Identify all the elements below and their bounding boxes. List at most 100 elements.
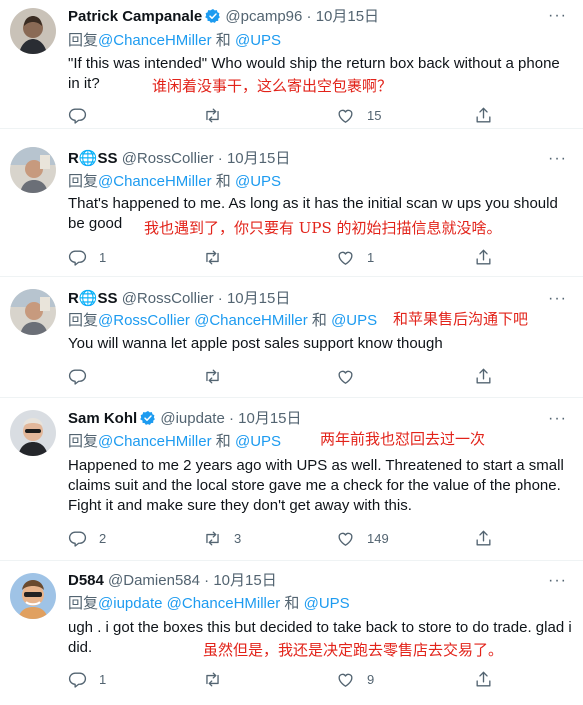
more-icon[interactable]: ··· [548,411,567,427]
author-handle[interactable]: @RossCollier [122,150,214,167]
like-icon [336,248,355,267]
like-icon [336,529,355,548]
reply-icon [68,248,87,267]
mention-link[interactable]: @RossCollier [98,312,190,329]
reply-icon [68,106,87,125]
tweet-date[interactable]: 10月15日 [213,572,276,589]
like-icon [336,670,355,689]
author-handle[interactable]: @pcamp96 [225,8,302,25]
like-button[interactable]: 15 [336,105,381,125]
more-icon[interactable]: ··· [548,151,567,167]
retweet-icon [203,248,222,267]
reply-button[interactable] [68,366,99,386]
more-icon[interactable]: ··· [548,8,567,24]
reply-prefix: 回复 [68,595,99,612]
retweet-button[interactable] [203,669,234,689]
reply-icon [68,670,87,689]
reply-button[interactable]: 1 [68,247,106,267]
avatar[interactable] [10,573,56,619]
tweet-date[interactable]: 10月15日 [227,290,290,307]
reply-icon [68,367,87,386]
share-button[interactable] [474,528,493,548]
mention-link[interactable]: @UPS [331,312,377,329]
mention-link[interactable]: @ChanceHMiller [98,173,212,190]
retweet-count: 3 [234,530,242,546]
retweet-button[interactable] [203,105,234,125]
verified-badge-icon [205,9,221,23]
reply-prefix: 回复 [68,312,99,329]
mention-link[interactable]: @ChanceHMiller [194,312,308,329]
author-name[interactable]: D584 [68,572,104,589]
more-icon[interactable]: ··· [548,291,567,307]
verified-badge-icon [140,411,156,425]
retweet-icon [203,106,222,125]
reply-button[interactable]: 2 [68,528,106,548]
replying-to: 回复@ChanceHMiller 和 @UPS [68,432,281,452]
retweet-button[interactable] [203,247,234,267]
like-button[interactable] [336,366,367,386]
share-button[interactable] [474,105,493,125]
like-count: 9 [367,671,375,687]
share-icon [474,367,493,386]
mention-link[interactable]: @UPS [235,433,281,450]
like-count: 1 [367,249,375,265]
avatar[interactable] [10,289,56,335]
like-button[interactable]: 9 [336,669,374,689]
author-handle[interactable]: @RossCollier [122,290,214,307]
reply-button[interactable]: 1 [68,669,106,689]
reply-and: 和 [311,312,327,329]
tweet[interactable]: R🌐SS @RossCollier · 10月15日 ··· 回复@RossCo… [0,277,583,398]
like-icon [336,106,355,125]
tweet[interactable]: Sam Kohl @iupdate · 10月15日 ··· 回复@Chance… [0,398,583,561]
share-icon [474,106,493,125]
retweet-icon [203,670,222,689]
author-name[interactable]: R🌐SS [68,290,118,307]
separator-dot: · [217,290,223,307]
author-name[interactable]: R🌐SS [68,150,118,167]
tweet-date[interactable]: 10月15日 [238,410,301,427]
reply-prefix: 回复 [68,433,99,450]
retweet-icon [203,529,222,548]
tweet-text: You will wanna let apple post sales supp… [68,335,443,352]
avatar[interactable] [10,147,56,193]
like-count: 15 [367,107,382,123]
reply-count: 2 [99,530,107,546]
share-button[interactable] [474,669,493,689]
reply-count: 1 [99,249,107,265]
share-button[interactable] [474,366,493,386]
reply-and: 和 [284,595,300,612]
reply-button[interactable] [68,105,99,125]
tweet-date[interactable]: 10月15日 [227,150,290,167]
avatar[interactable] [10,410,56,456]
annotation-text: 谁闲着没事干，这么寄出空包裹啊？ [152,77,393,95]
mention-link[interactable]: @iupdate [98,595,162,612]
tweet[interactable]: D584 @Damien584 · 10月15日 ··· 回复@iupdate … [0,561,583,705]
mention-link[interactable]: @ChanceHMiller [98,32,212,49]
mention-link[interactable]: @UPS [235,173,281,190]
annotation-text: 两年前我也怼回去过一次 [320,430,486,448]
author-handle[interactable]: @Damien584 [108,572,200,589]
mention-link[interactable]: @UPS [235,32,281,49]
avatar[interactable] [10,8,56,54]
like-button[interactable]: 149 [336,528,389,548]
tweet-date[interactable]: 10月15日 [316,8,379,25]
tweet[interactable]: R🌐SS @RossCollier · 10月15日 ··· 回复@Chance… [0,129,583,277]
retweet-button[interactable]: 3 [203,528,241,548]
retweet-button[interactable] [203,366,234,386]
share-button[interactable] [474,247,493,267]
mention-link[interactable]: @ChanceHMiller [167,595,281,612]
replying-to: 回复@ChanceHMiller 和 @UPS [68,172,281,192]
separator-dot: · [306,8,312,25]
reply-prefix: 回复 [68,32,99,49]
mention-link[interactable]: @ChanceHMiller [98,433,212,450]
author-handle[interactable]: @iupdate [160,410,224,427]
like-button[interactable]: 1 [336,247,374,267]
tweet[interactable]: Patrick Campanale @pcamp96 · 10月15日 ··· … [0,0,583,129]
author-name[interactable]: Patrick Campanale [68,8,202,25]
more-icon[interactable]: ··· [548,573,567,589]
author-name[interactable]: Sam Kohl [68,410,137,427]
separator-dot: · [204,572,210,589]
replying-to: 回复@RossCollier @ChanceHMiller 和 @UPS [68,311,377,331]
reply-and: 和 [215,32,231,49]
mention-link[interactable]: @UPS [304,595,350,612]
